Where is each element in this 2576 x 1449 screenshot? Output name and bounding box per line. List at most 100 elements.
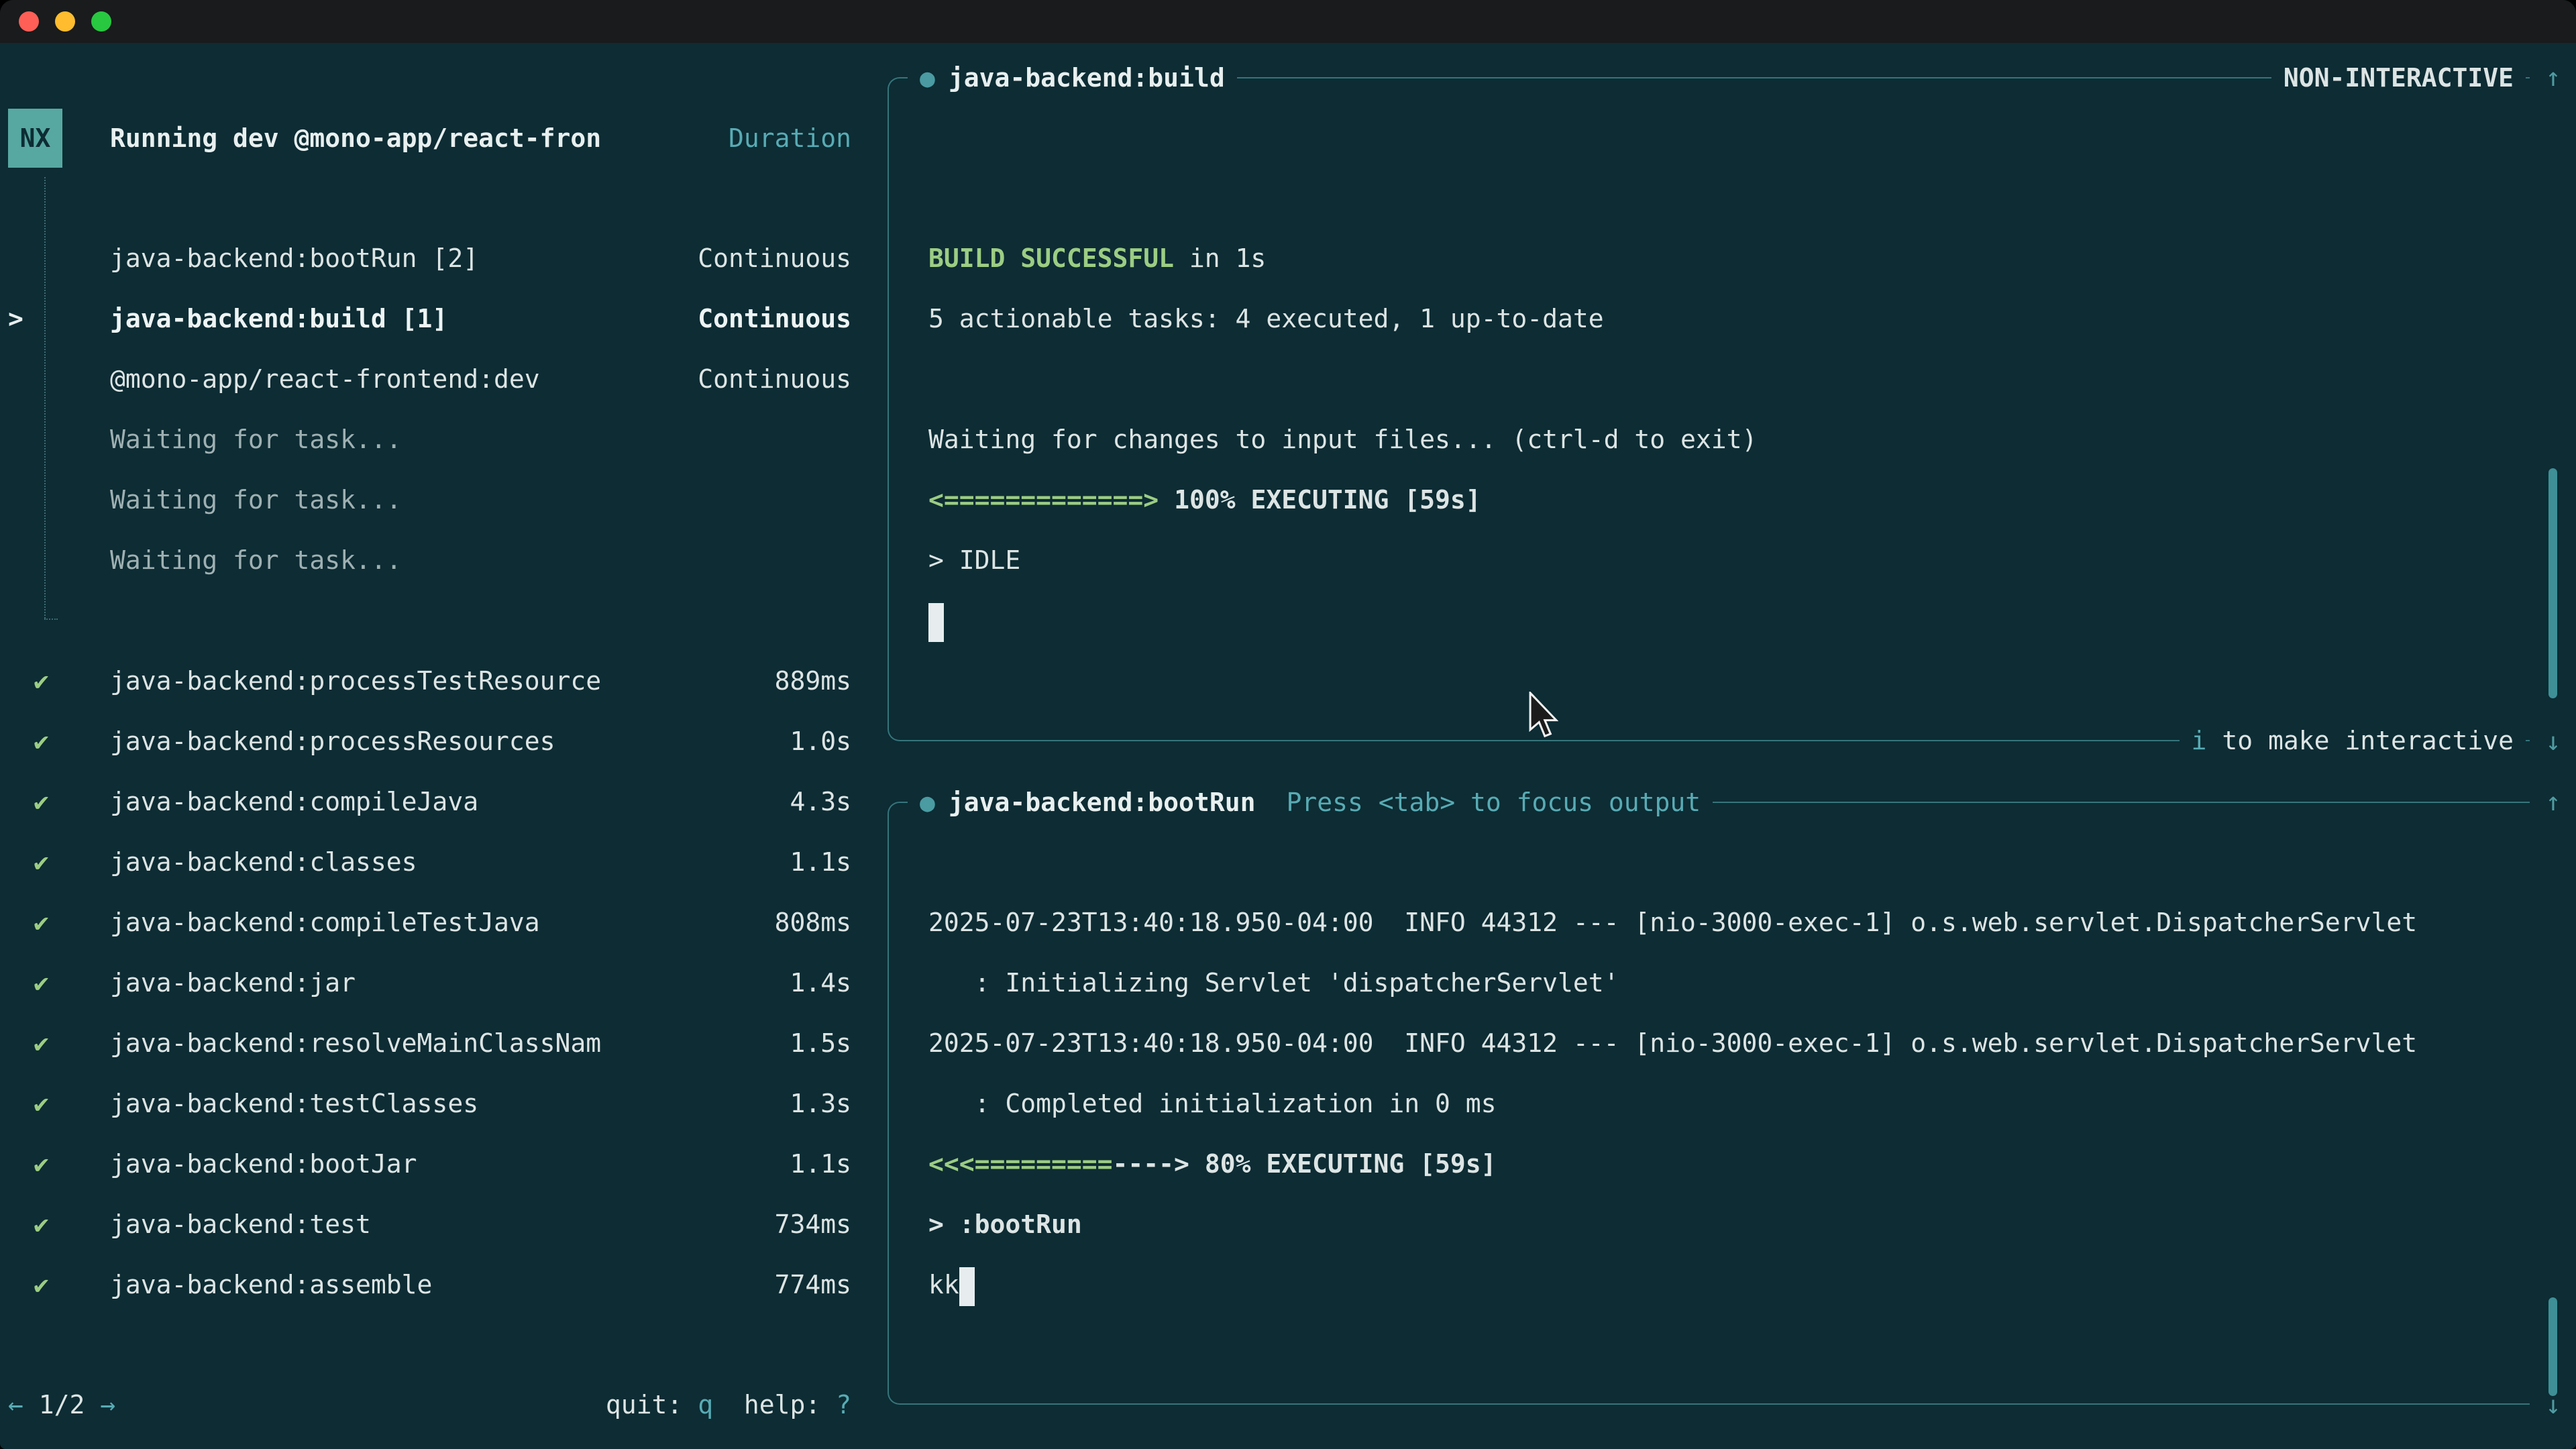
selected-task-arrow-icon: > xyxy=(8,304,23,333)
task-duration: 808ms xyxy=(775,908,851,937)
help-key: ? xyxy=(836,1390,851,1419)
check-icon: ✔ xyxy=(34,968,49,998)
interactive-hint: i to make interactive xyxy=(2180,710,2526,771)
noninteractive-badge: NON-INTERACTIVE xyxy=(2271,48,2526,108)
task-row[interactable]: ✔ java-backend:classes 1.1s xyxy=(0,832,887,892)
help-label: help: xyxy=(713,1390,836,1419)
task-label: java-backend:compileJava xyxy=(110,787,478,816)
task-label: java-backend:jar xyxy=(110,968,356,998)
task-label: java-backend:processTestResource xyxy=(110,666,601,696)
task-row[interactable]: ✔ java-backend:resolveMainClassNam 1.5s xyxy=(0,1013,887,1073)
page-indicator: 1/2 xyxy=(39,1390,85,1419)
task-label: Waiting for task... xyxy=(110,545,402,575)
task-label: java-backend:testClasses xyxy=(110,1089,478,1118)
task-status-bullet-icon: ● xyxy=(920,788,935,817)
pagination[interactable]: ← 1/2 → xyxy=(8,1390,115,1419)
bootrun-panel-header: ● java-backend:bootRun Press <tab> to fo… xyxy=(908,772,1713,833)
scroll-down-icon[interactable]: ↓ xyxy=(2533,711,2573,771)
focus-output-hint: Press <tab> to focus output xyxy=(1286,788,1701,817)
task-duration: 1.1s xyxy=(790,847,851,877)
task-row[interactable]: ✔ java-backend:test 734ms xyxy=(0,1194,887,1254)
sidebar-title: Running dev @mono-app/react-fron xyxy=(110,123,601,153)
build-output-panel: ● java-backend:build NON-INTERACTIVE i t… xyxy=(888,77,2530,741)
task-row[interactable]: @mono-app/react-frontend:dev Continuous xyxy=(0,349,887,409)
quit-label: quit: xyxy=(606,1390,698,1419)
keyboard-hints: quit: q help: ? xyxy=(606,1390,851,1419)
task-row[interactable]: ✔ java-backend:processTestResource 889ms xyxy=(0,651,887,711)
close-button[interactable] xyxy=(19,11,39,32)
check-icon: ✔ xyxy=(34,908,49,937)
task-label: @mono-app/react-frontend:dev xyxy=(110,364,540,394)
task-row[interactable]: ✔ java-backend:testClasses 1.3s xyxy=(0,1073,887,1134)
task-duration: 734ms xyxy=(775,1210,851,1239)
task-label: Waiting for task... xyxy=(110,425,402,454)
task-label: java-backend:test xyxy=(110,1210,371,1239)
duration-column-header: Duration xyxy=(729,123,851,153)
check-icon: ✔ xyxy=(34,666,49,696)
check-icon: ✔ xyxy=(34,787,49,816)
task-label: java-backend:assemble xyxy=(110,1270,432,1299)
task-label: java-backend:bootRun [2] xyxy=(110,244,478,273)
check-icon: ✔ xyxy=(34,1270,49,1299)
task-duration: 1.3s xyxy=(790,1089,851,1118)
quit-key: q xyxy=(698,1390,713,1419)
task-row[interactable]: ✔ java-backend:compileJava 4.3s xyxy=(0,771,887,832)
mouse-cursor xyxy=(1527,692,1558,740)
task-status-bullet-icon: ● xyxy=(920,63,935,93)
task-duration: Continuous xyxy=(698,244,851,273)
task-row[interactable]: Waiting for task... xyxy=(0,409,887,470)
task-row[interactable]: ✔ java-backend:assemble 774ms xyxy=(0,1254,887,1315)
task-label: java-backend:compileTestJava xyxy=(110,908,540,937)
task-duration: 1.0s xyxy=(790,727,851,756)
task-label: java-backend:build [1] xyxy=(110,304,447,333)
check-icon: ✔ xyxy=(34,847,49,877)
task-duration: 4.3s xyxy=(790,787,851,816)
minimize-button[interactable] xyxy=(55,11,75,32)
task-label: java-backend:processResources xyxy=(110,727,555,756)
task-row[interactable]: Waiting for task... xyxy=(0,530,887,590)
task-label: Waiting for task... xyxy=(110,485,402,515)
build-panel-header: ● java-backend:build xyxy=(908,48,1237,108)
task-row[interactable]: ✔ java-backend:compileTestJava 808ms xyxy=(0,892,887,953)
task-label: java-backend:resolveMainClassNam xyxy=(110,1028,601,1058)
task-label: java-backend:classes xyxy=(110,847,417,877)
interactive-hint-text: to make interactive xyxy=(2206,726,2514,755)
task-duration: Continuous xyxy=(698,304,851,333)
nx-logo: NX xyxy=(8,109,62,168)
interactive-hint-key: i xyxy=(2192,726,2207,755)
terminal-window: NX Running dev @mono-app/react-fron Dura… xyxy=(0,0,2576,1449)
task-duration: 889ms xyxy=(775,666,851,696)
zoom-button[interactable] xyxy=(91,11,111,32)
task-duration: Continuous xyxy=(698,364,851,394)
check-icon: ✔ xyxy=(34,1210,49,1239)
build-panel-title: java-backend:build xyxy=(949,63,1225,93)
page-next-icon[interactable]: → xyxy=(100,1390,115,1419)
titlebar[interactable] xyxy=(0,0,2576,43)
check-icon: ✔ xyxy=(34,727,49,756)
page-prev-icon[interactable]: ← xyxy=(8,1390,23,1419)
bootrun-panel-title: java-backend:bootRun xyxy=(949,788,1256,817)
check-icon: ✔ xyxy=(34,1028,49,1058)
check-icon: ✔ xyxy=(34,1149,49,1179)
bootrun-output-panel: ● java-backend:bootRun Press <tab> to fo… xyxy=(888,802,2530,1405)
task-duration: 774ms xyxy=(775,1270,851,1299)
task-duration: 1.5s xyxy=(790,1028,851,1058)
task-duration: 1.4s xyxy=(790,968,851,998)
task-row[interactable]: ✔ java-backend:jar 1.4s xyxy=(0,953,887,1013)
nx-tui: NX Running dev @mono-app/react-fron Dura… xyxy=(0,43,2576,1449)
task-group-guide-corner xyxy=(44,619,58,620)
task-row[interactable]: java-backend:bootRun [2] Continuous xyxy=(0,228,887,288)
sidebar-header: NX Running dev @mono-app/react-fron Dura… xyxy=(0,108,887,168)
task-label: java-backend:bootJar xyxy=(110,1149,417,1179)
task-duration: 1.1s xyxy=(790,1149,851,1179)
scroll-up-icon[interactable]: ↑ xyxy=(2533,771,2573,832)
bootrun-panel-scrollbar[interactable] xyxy=(2548,1297,2557,1396)
build-panel-scrollbar[interactable] xyxy=(2548,468,2557,698)
task-row[interactable]: ✔ java-backend:processResources 1.0s xyxy=(0,711,887,771)
task-row[interactable]: ✔ java-backend:bootJar 1.1s xyxy=(0,1134,887,1194)
check-icon: ✔ xyxy=(34,1089,49,1118)
sidebar-footer: ← 1/2 → quit: q help: ? xyxy=(0,1375,887,1435)
scroll-up-icon[interactable]: ↑ xyxy=(2533,47,2573,107)
task-row[interactable]: > java-backend:build [1] Continuous xyxy=(0,288,887,349)
task-row[interactable]: Waiting for task... xyxy=(0,470,887,530)
